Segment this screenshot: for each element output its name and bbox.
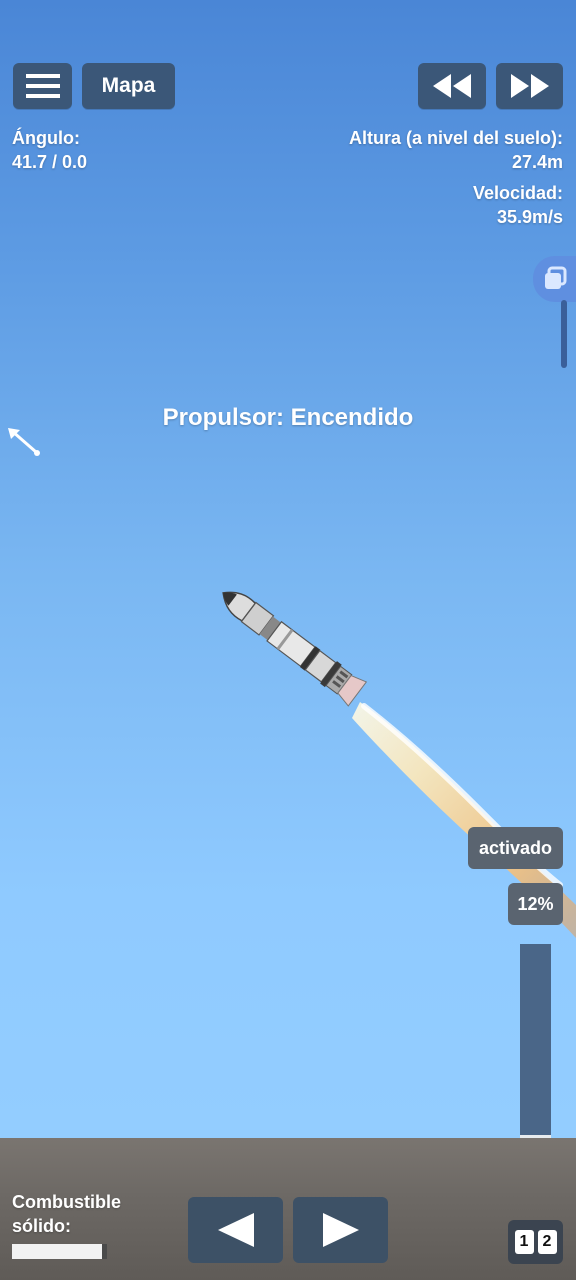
rocket — [222, 591, 368, 707]
map-button-label: Mapa — [101, 74, 156, 97]
status-message: Propulsor: Encendido — [162, 404, 414, 431]
angle-value: 41.7 / 0.0 — [12, 152, 88, 172]
fuel-bar — [12, 1244, 107, 1259]
fuel-fill — [12, 1244, 103, 1259]
window-toggle-button[interactable] — [533, 256, 576, 302]
stage-2-label[interactable]: 2 — [537, 1230, 557, 1254]
velocity-label: Velocidad: — [472, 183, 563, 203]
hamburger-icon — [25, 74, 60, 98]
fuel-label-line2: sólido: — [12, 1216, 71, 1236]
velocity-value: 35.9m/s — [496, 207, 563, 227]
arrow-right-icon — [322, 1213, 359, 1247]
angle-label: Ángulo: — [12, 128, 80, 148]
fast-forward-icon — [510, 74, 549, 98]
menu-button[interactable] — [13, 63, 72, 109]
altitude-label: Altura (a nivel del suelo): — [348, 128, 563, 148]
throttle-state-badge: activado — [468, 827, 563, 869]
side-scrollbar[interactable] — [561, 300, 567, 368]
arrow-left-icon — [217, 1213, 254, 1247]
rotate-left-button[interactable] — [188, 1197, 283, 1263]
stage-selector[interactable]: 1 2 — [508, 1220, 563, 1264]
layers-icon — [544, 266, 566, 289]
rewind-icon — [433, 74, 471, 98]
slow-down-button[interactable] — [418, 63, 486, 109]
altitude-value: 27.4m — [511, 152, 563, 172]
throttle-percent-badge: 12% — [508, 883, 563, 925]
map-button[interactable]: Mapa — [82, 63, 175, 109]
rotate-right-button[interactable] — [293, 1197, 388, 1263]
stage-1-label[interactable]: 1 — [514, 1230, 534, 1254]
throttle-state-label: activado — [478, 837, 553, 858]
fuel-label-line1: Combustible — [12, 1192, 122, 1212]
speed-up-button[interactable] — [496, 63, 563, 109]
throttle-percent-label: 12% — [517, 893, 554, 914]
